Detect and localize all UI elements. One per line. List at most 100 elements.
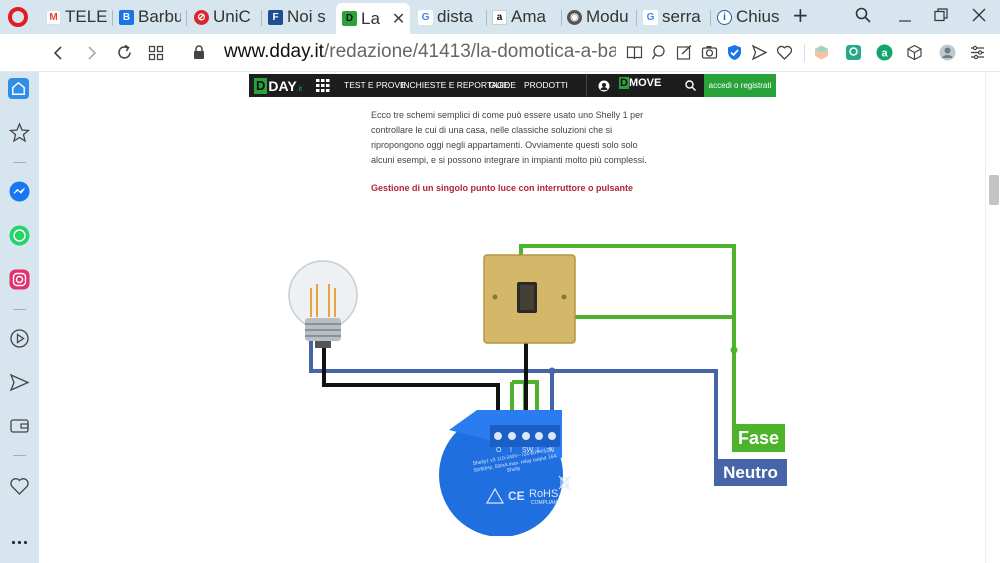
url-path: /redazione/41413/la-domotica-a-ba (323, 41, 616, 62)
tab-6[interactable]: G dista (418, 4, 480, 30)
wall-switch (483, 254, 576, 344)
shelly-1-device: O I SW L N Shelly1 v3 110-240V~ /24-60V=… (439, 410, 571, 536)
tab-active[interactable]: D La ✕ (336, 3, 410, 34)
dday-logo[interactable]: D DAY .it (254, 77, 302, 95)
logo-suffix: .it (296, 85, 303, 93)
close-window-icon[interactable] (971, 7, 987, 23)
edit-icon[interactable] (676, 44, 693, 61)
tab-7[interactable]: a Ama (492, 4, 558, 30)
profile-icon[interactable] (939, 44, 956, 61)
user-avatar-icon[interactable] (598, 80, 610, 92)
tab-label: Ama (511, 7, 546, 26)
b-icon: B (119, 9, 134, 25)
logo-text: DAY (268, 78, 297, 94)
package-icon[interactable] (906, 44, 923, 61)
amazon-icon: a (492, 9, 507, 25)
reader-mode-icon[interactable] (626, 44, 643, 61)
tab-10[interactable]: i Chius (717, 4, 783, 30)
bookmarks-star-icon[interactable] (9, 122, 30, 143)
lamp-bulb (288, 260, 358, 348)
tab-strip: M TELES B Barbu ⊘ UniC F Noi s D La ✕ G … (0, 0, 1000, 34)
tab-label: Chius (736, 7, 780, 26)
sidebar (0, 72, 39, 563)
tab-label: Modu (586, 7, 629, 26)
gmail-icon: M (46, 9, 61, 25)
section-subheading: Gestione di un singolo punto luce con in… (371, 183, 634, 193)
extension-a-icon[interactable]: a (876, 44, 893, 61)
search-page-icon[interactable] (651, 44, 668, 61)
dmove-d: D (619, 77, 629, 89)
site-navbar: D DAY .it TEST E PROVE INCHIESTE E REPOR… (249, 74, 776, 97)
tab-label: Barbu (138, 7, 181, 26)
svg-text:a: a (881, 48, 888, 60)
search-tabs-icon[interactable] (855, 7, 871, 23)
unicredit-icon: ⊘ (194, 9, 209, 25)
search-icon[interactable] (685, 80, 696, 91)
tab-label: dista (437, 7, 473, 26)
opera-logo-icon[interactable] (8, 7, 28, 27)
camera-icon[interactable] (701, 44, 718, 61)
extension-green-icon[interactable] (845, 44, 862, 61)
wiring-diagram: O I SW L N Shelly1 v3 110-240V~ /24-60V=… (288, 244, 787, 536)
tab-9[interactable]: G serra (643, 4, 705, 30)
google-icon: G (418, 9, 433, 25)
neutro-label: Neutro (723, 463, 778, 482)
page-scrollbar[interactable] (985, 72, 1000, 563)
neutro-label-box: Neutro (714, 459, 787, 486)
phase-junction (730, 346, 738, 354)
terminal-i-label: I (510, 447, 512, 454)
flow-send-icon[interactable] (9, 372, 30, 393)
terminal-o-label: O (496, 447, 502, 454)
tab-4[interactable]: F Noi s (268, 4, 330, 30)
reload-icon[interactable] (116, 44, 133, 61)
send-icon[interactable] (751, 44, 768, 61)
weee-bin-icon (558, 475, 571, 490)
dmove-section[interactable]: DMOVE (586, 74, 701, 97)
url-field[interactable]: www.dday.it/redazione/41413/la-domotica-… (224, 41, 616, 63)
info-icon: i (717, 9, 732, 25)
nav-prodotti[interactable]: PRODOTTI (524, 80, 568, 90)
url-domain: www.dday.it (224, 41, 324, 62)
more-icon[interactable] (9, 532, 30, 553)
restore-icon[interactable] (933, 7, 949, 23)
player-icon[interactable] (9, 328, 30, 349)
heart-icon[interactable] (9, 476, 30, 497)
tab-3[interactable]: ⊘ UniC (194, 4, 256, 30)
lock-icon[interactable] (193, 45, 204, 59)
fase-label: Fase (738, 428, 779, 448)
close-tab-icon[interactable]: ✕ (392, 9, 405, 28)
tab-2[interactable]: B Barbu (119, 4, 181, 30)
globe-icon: ◉ (567, 9, 582, 25)
messenger-icon[interactable] (9, 181, 30, 202)
dmove-logo: DMOVE (619, 77, 661, 89)
minimize-icon[interactable] (897, 8, 913, 24)
tab-label: Noi s (287, 7, 326, 26)
speed-dial-icon[interactable] (148, 45, 164, 61)
heart-icon[interactable] (776, 44, 793, 61)
google-icon: G (643, 9, 658, 25)
back-icon[interactable] (52, 45, 64, 61)
tab-8[interactable]: ◉ Modu (567, 4, 633, 30)
logo-d: D (254, 78, 268, 94)
login-button[interactable]: accedi o registrati (704, 74, 776, 97)
nav-test-e-prove[interactable]: TEST E PROVE (344, 80, 406, 90)
nav-guide[interactable]: GUIDE (489, 80, 516, 90)
tab-1[interactable]: M TELES (46, 4, 108, 30)
new-tab-button[interactable]: + (792, 3, 809, 27)
adblock-shield-icon[interactable] (726, 44, 743, 61)
tab-label: UniC (213, 7, 251, 26)
home-icon[interactable] (8, 78, 29, 99)
scrollbar-thumb[interactable] (989, 175, 999, 205)
grid-menu-icon[interactable] (316, 79, 330, 92)
extension-cube-icon[interactable] (813, 44, 830, 61)
easy-setup-icon[interactable] (969, 44, 986, 61)
fase-label-box: Fase (732, 424, 785, 452)
instagram-icon[interactable] (9, 269, 30, 290)
tab-label: La (361, 8, 380, 28)
article-paragraph: Ecco tre schemi semplici di come può ess… (371, 110, 647, 165)
whatsapp-icon[interactable] (9, 225, 30, 246)
f-icon: F (268, 9, 283, 25)
wallet-icon[interactable] (9, 415, 30, 436)
forward-icon[interactable] (86, 45, 98, 61)
address-bar: www.dday.it/redazione/41413/la-domotica-… (0, 34, 1000, 72)
